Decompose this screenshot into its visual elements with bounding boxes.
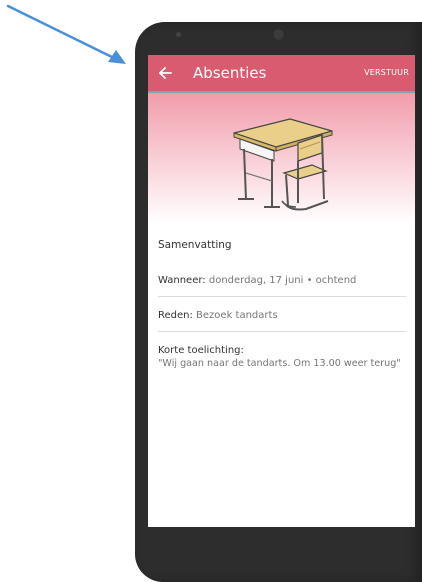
- when-label: Wanneer:: [158, 275, 206, 286]
- note-label: Korte toelichting:: [158, 345, 244, 356]
- phone-frame: Absenties VERSTUUR Samenvatting Wanneer:…: [135, 22, 422, 582]
- reason-value: Bezoek tandarts: [196, 310, 278, 321]
- arrow-left-icon[interactable]: [156, 63, 176, 83]
- reason-row: Reden: Bezoek tandarts: [158, 309, 406, 332]
- when-row: Wanneer: donderdag, 17 juni • ochtend: [158, 274, 406, 297]
- when-value: donderdag, 17 juni • ochtend: [208, 275, 357, 286]
- app-bar: Absenties VERSTUUR: [148, 55, 415, 93]
- phone-camera: [272, 28, 285, 41]
- page-title: Absenties: [193, 64, 267, 82]
- hero-banner: [148, 93, 415, 223]
- note-value: "Wij gaan naar de tandarts. Om 13.00 wee…: [158, 358, 401, 369]
- summary-section: Samenvatting Wanneer: donderdag, 17 juni…: [158, 238, 406, 390]
- note-row: Korte toelichting: "Wij gaan naar de tan…: [158, 344, 406, 378]
- app-screen: Absenties VERSTUUR Samenvatting Wanneer:…: [148, 55, 415, 527]
- summary-title: Samenvatting: [158, 239, 232, 251]
- school-desk-and-chair-icon: [233, 118, 333, 211]
- reason-label: Reden:: [158, 310, 193, 321]
- phone-sensor-dot: [176, 32, 181, 37]
- pointer-arrow-icon: [6, 4, 126, 64]
- screenshot-stage: Absenties VERSTUUR Samenvatting Wanneer:…: [0, 0, 422, 582]
- send-button[interactable]: VERSTUUR: [364, 67, 409, 79]
